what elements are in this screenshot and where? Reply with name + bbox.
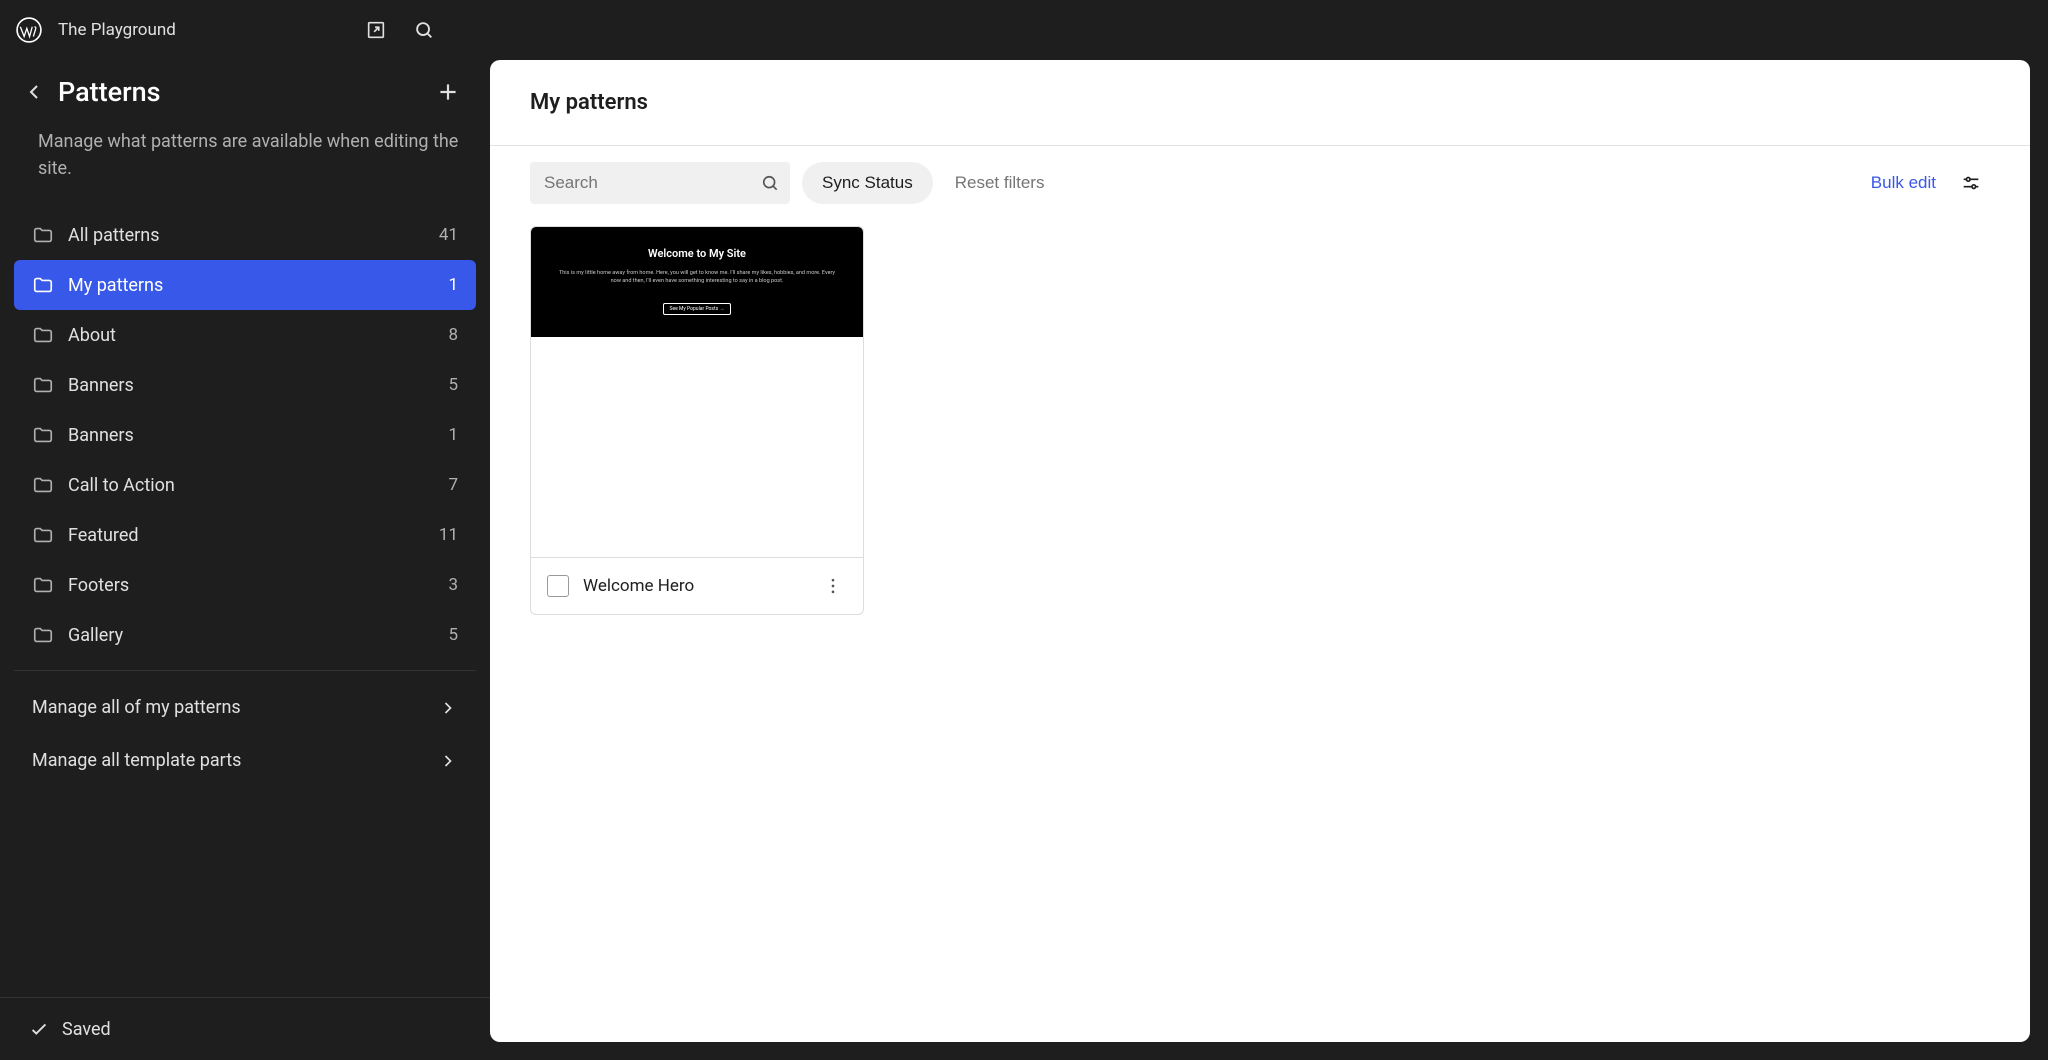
check-icon	[28, 1018, 50, 1040]
pattern-checkbox[interactable]	[547, 575, 569, 597]
view-options-button[interactable]	[1952, 164, 1990, 202]
manage-template-parts[interactable]: Manage all template parts	[14, 734, 476, 787]
sidebar-item-count: 1	[448, 425, 458, 445]
sidebar-item-count: 11	[439, 525, 458, 545]
folder-icon	[32, 424, 54, 446]
folder-icon	[32, 474, 54, 496]
manage-label: Manage all of my patterns	[32, 697, 241, 718]
add-pattern-button[interactable]	[428, 72, 468, 112]
chevron-right-icon	[438, 751, 458, 771]
preview-text: This is my little home away from home. H…	[545, 270, 849, 285]
sidebar-item-count: 5	[448, 375, 458, 395]
folder-icon	[32, 624, 54, 646]
sidebar-item-label: Call to Action	[68, 475, 434, 496]
site-title[interactable]: The Playground	[58, 20, 176, 40]
sidebar-item-banners-2[interactable]: Banners 1	[14, 410, 476, 460]
folder-icon	[32, 324, 54, 346]
sidebar-item-count: 41	[439, 225, 458, 245]
pattern-card[interactable]: Welcome to My Site This is my little hom…	[530, 226, 864, 615]
sidebar-item-label: My patterns	[68, 275, 434, 296]
sidebar-item-label: Gallery	[68, 625, 434, 646]
sidebar-item-call-to-action[interactable]: Call to Action 7	[14, 460, 476, 510]
sidebar-item-count: 7	[448, 475, 458, 495]
preview-heading: Welcome to My Site	[545, 247, 849, 260]
divider	[14, 670, 476, 671]
page-title: My patterns	[530, 90, 1990, 115]
view-site-icon[interactable]	[356, 10, 396, 50]
sidebar-description: Manage what patterns are available when …	[14, 128, 476, 210]
pattern-title: Welcome Hero	[583, 576, 805, 596]
folder-icon	[32, 524, 54, 546]
sidebar-item-banners-1[interactable]: Banners 5	[14, 360, 476, 410]
sidebar-item-label: All patterns	[68, 225, 425, 246]
sidebar-item-label: Footers	[68, 575, 434, 596]
saved-status: Saved	[0, 997, 490, 1060]
bulk-edit-button[interactable]: Bulk edit	[1871, 173, 1936, 193]
chevron-right-icon	[438, 698, 458, 718]
sidebar-item-label: Banners	[68, 425, 434, 446]
sidebar-item-gallery[interactable]: Gallery 5	[14, 610, 476, 660]
wordpress-logo[interactable]	[16, 17, 42, 43]
sidebar-item-featured[interactable]: Featured 11	[14, 510, 476, 560]
sidebar-title: Patterns	[58, 76, 424, 108]
sidebar-item-count: 1	[448, 275, 458, 295]
search-icon[interactable]	[404, 10, 444, 50]
saved-label: Saved	[62, 1019, 111, 1040]
pattern-actions-menu[interactable]	[819, 572, 847, 600]
search-input[interactable]	[530, 162, 790, 204]
folder-icon	[32, 224, 54, 246]
sidebar-item-count: 3	[448, 575, 458, 595]
sidebar-item-all-patterns[interactable]: All patterns 41	[14, 210, 476, 260]
manage-my-patterns[interactable]: Manage all of my patterns	[14, 681, 476, 734]
sidebar-item-label: Banners	[68, 375, 434, 396]
sidebar-item-label: Featured	[68, 525, 425, 546]
sidebar-item-about[interactable]: About 8	[14, 310, 476, 360]
preview-button: See My Popular Posts →	[663, 303, 732, 315]
reset-filters-button[interactable]: Reset filters	[945, 173, 1055, 193]
pattern-preview[interactable]: Welcome to My Site This is my little hom…	[531, 227, 863, 557]
sidebar-item-count: 5	[448, 625, 458, 645]
sidebar-item-footers[interactable]: Footers 3	[14, 560, 476, 610]
sync-status-filter[interactable]: Sync Status	[802, 162, 933, 204]
search-icon	[760, 173, 780, 193]
sidebar-item-count: 8	[448, 325, 458, 345]
back-button[interactable]	[14, 72, 54, 112]
folder-icon	[32, 374, 54, 396]
sidebar-item-my-patterns[interactable]: My patterns 1	[14, 260, 476, 310]
manage-label: Manage all template parts	[32, 750, 241, 771]
sidebar-item-label: About	[68, 325, 434, 346]
folder-icon	[32, 274, 54, 296]
folder-icon	[32, 574, 54, 596]
